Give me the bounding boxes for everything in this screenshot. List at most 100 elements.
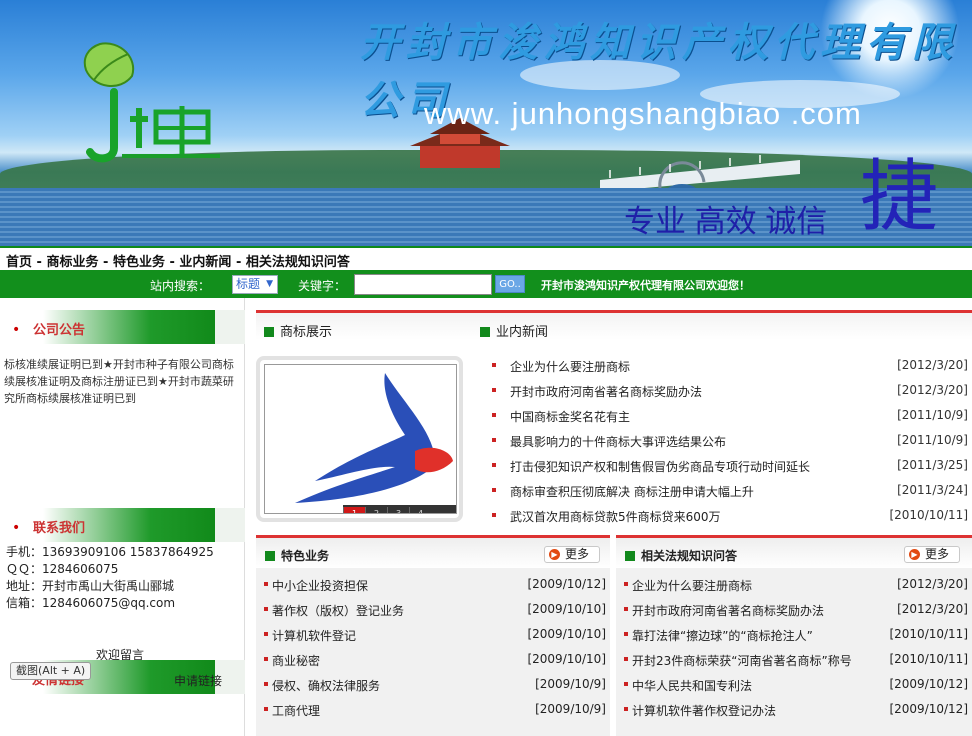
go-button[interactable]: GO.. (495, 275, 525, 293)
slide-frame[interactable]: 1234 (264, 364, 457, 514)
tab-industry-news[interactable]: 业内新闻 (480, 321, 548, 340)
item-date: [2012/3/20] (897, 602, 968, 616)
news-title[interactable]: 企业为什么要注册商标 (510, 358, 630, 375)
item-title[interactable]: 中华人民共和国专利法 (632, 677, 752, 694)
nav-news[interactable]: 业内新闻 (179, 255, 231, 270)
item-date: [2009/10/12] (527, 577, 606, 591)
bullet-icon (492, 438, 496, 442)
panel-title-text: 相关法规知识问答 (641, 549, 738, 563)
list-item[interactable]: 最具影响力的十件商标大事评选结果公布 [2011/10/9] (490, 429, 968, 454)
laws-list: 企业为什么要注册商标 [2012/3/20] 开封市政府河南省著名商标奖励办法 [2… (616, 572, 972, 722)
nav-featured[interactable]: 特色业务 (113, 255, 165, 270)
screenshot-tooltip: 截图(Alt + A) (10, 662, 92, 680)
item-title[interactable]: 开封23件商标荣获“河南省著名商标”称号 (632, 652, 852, 669)
tab-trademark-show[interactable]: 商标展示 (264, 321, 332, 340)
item-date: [2009/10/9] (535, 677, 606, 691)
slide-page-1[interactable]: 1 (343, 507, 365, 513)
tab-label: 业内新闻 (496, 325, 549, 340)
news-title[interactable]: 商标审查积压彻底解决 商标注册申请大幅上升 (510, 483, 754, 500)
contact-qq: ＱＱ：1284606075 (6, 562, 119, 576)
item-date: [2010/10/11] (889, 652, 968, 666)
nav-home[interactable]: 首页 (6, 255, 32, 270)
bullet-icon (264, 607, 268, 611)
bullet-icon (624, 607, 628, 611)
main-nav: 首页 - 商标业务 - 特色业务 - 业内新闻 - 相关法规知识问答 (0, 246, 972, 270)
item-date: [2009/10/10] (527, 652, 606, 666)
news-date: [2011/3/25] (897, 458, 968, 472)
slide-page-4[interactable]: 4 (409, 507, 431, 513)
slide-page-3[interactable]: 3 (387, 507, 409, 513)
item-title[interactable]: 商业秘密 (272, 652, 320, 669)
item-date: [2009/10/9] (535, 702, 606, 716)
news-title[interactable]: 中国商标金奖名花有主 (510, 408, 630, 425)
apply-link[interactable]: 申请链接 (174, 672, 222, 689)
keyword-input[interactable] (354, 274, 492, 295)
featured-panel: 特色业务 ▶ 更多 中小企业投资担保 [2009/10/12] 著作权（版权）登记业… (256, 535, 610, 736)
news-title[interactable]: 开封市政府河南省著名商标奖励办法 (510, 383, 702, 400)
list-item[interactable]: 中华人民共和国专利法 [2009/10/12] (616, 672, 972, 697)
site-search-label: 站内搜索： (150, 279, 211, 293)
list-item[interactable]: 打击侵犯知识产权和制售假冒伪劣商品专项行动时间延长 [2011/3/25] (490, 454, 968, 479)
list-item[interactable]: 企业为什么要注册商标 [2012/3/20] (616, 572, 972, 597)
list-item[interactable]: 企业为什么要注册商标 [2012/3/20] (490, 354, 968, 379)
item-title[interactable]: 著作权（版权）登记业务 (272, 602, 404, 619)
contact-title: 联系我们 (33, 521, 86, 536)
item-date: [2009/10/12] (889, 677, 968, 691)
item-title[interactable]: 计算机软件著作权登记办法 (632, 702, 776, 719)
news-date: [2012/3/20] (897, 358, 968, 372)
list-item[interactable]: 商业秘密 [2009/10/10] (256, 647, 610, 672)
notice-marquee: 标核准续展证明已到★开封市种子有限公司商标续展核准证明及商标注册证已到★开封市蔬… (4, 358, 234, 405)
slide-page-2[interactable]: 2 (365, 507, 387, 513)
bullet-icon (492, 513, 496, 517)
news-title[interactable]: 打击侵犯知识产权和制售假冒伪劣商品专项行动时间延长 (510, 458, 810, 475)
list-item[interactable]: 武汉首次用商标贷款5件商标贷来600万 [2010/10/11] (490, 504, 968, 529)
contact-header: • 联系我们 (0, 508, 245, 542)
contact-address: 地址：开封市禹山大街禹山郦城 (6, 579, 175, 593)
list-item[interactable]: 开封市政府河南省著名商标奖励办法 [2012/3/20] (616, 597, 972, 622)
item-title[interactable]: 计算机软件登记 (272, 627, 356, 644)
bullet-icon (264, 707, 268, 711)
panel-header: 特色业务 ▶ 更多 (256, 538, 610, 568)
featured-list: 中小企业投资担保 [2009/10/12] 著作权（版权）登记业务 [2009/10… (256, 572, 610, 722)
trademark-slideshow: 1234 (256, 356, 463, 522)
list-item[interactable]: 侵权、确权法律服务 [2009/10/9] (256, 672, 610, 697)
news-list: 企业为什么要注册商标 [2012/3/20] 开封市政府河南省著名商标奖励办法 [2… (490, 354, 968, 529)
list-item[interactable]: 靠打法律“擦边球”的“商标抢注人” [2010/10/11] (616, 622, 972, 647)
slogan-big-char: 捷 (860, 152, 939, 242)
list-item[interactable]: 计算机软件登记 [2009/10/10] (256, 622, 610, 647)
list-item[interactable]: 商标审查积压彻底解决 商标注册申请大幅上升 [2011/3/24] (490, 479, 968, 504)
list-item[interactable]: 开封市政府河南省著名商标奖励办法 [2012/3/20] (490, 379, 968, 404)
sidebar: • 公司公告 标核准续展证明已到★开封市种子有限公司商标续展核准证明及商标注册证… (0, 298, 245, 736)
bullet-icon (264, 682, 268, 686)
item-title[interactable]: 工商代理 (272, 702, 320, 719)
item-title[interactable]: 侵权、确权法律服务 (272, 677, 380, 694)
item-title[interactable]: 中小企业投资担保 (272, 577, 368, 594)
bullet-icon (264, 657, 268, 661)
item-date: [2010/10/11] (889, 627, 968, 641)
nav-separator: - (231, 255, 246, 270)
news-title[interactable]: 武汉首次用商标贷款5件商标贷来600万 (510, 508, 721, 525)
list-item[interactable]: 开封23件商标荣获“河南省著名商标”称号 [2010/10/11] (616, 647, 972, 672)
bullet-icon (492, 413, 496, 417)
search-field-select[interactable]: 标题 ▼ (232, 275, 278, 294)
list-item[interactable]: 工商代理 [2009/10/9] (256, 697, 610, 722)
list-item[interactable]: 中国商标金奖名花有主 [2011/10/9] (490, 404, 968, 429)
featured-title: 特色业务 (265, 547, 329, 564)
nav-laws[interactable]: 相关法规知识问答 (246, 255, 350, 270)
leaf-logo-icon (83, 42, 135, 88)
news-title[interactable]: 最具影响力的十件商标大事评选结果公布 (510, 433, 726, 450)
list-item[interactable]: 著作权（版权）登记业务 [2009/10/10] (256, 597, 610, 622)
item-title[interactable]: 开封市政府河南省著名商标奖励办法 (632, 602, 824, 619)
item-title[interactable]: 靠打法律“擦边球”的“商标抢注人” (632, 627, 813, 644)
item-date: [2012/3/20] (897, 577, 968, 591)
item-title[interactable]: 企业为什么要注册商标 (632, 577, 752, 594)
list-item[interactable]: 计算机软件著作权登记办法 [2009/10/12] (616, 697, 972, 722)
nav-separator: - (164, 255, 180, 270)
bullet-icon (624, 632, 628, 636)
slide-pager: 1234 (343, 505, 456, 513)
nav-trademark[interactable]: 商标业务 (46, 255, 98, 270)
laws-more-button[interactable]: ▶ 更多 (904, 546, 960, 563)
featured-more-button[interactable]: ▶ 更多 (544, 546, 600, 563)
arrow-right-icon: ▶ (549, 549, 560, 560)
list-item[interactable]: 中小企业投资担保 [2009/10/12] (256, 572, 610, 597)
